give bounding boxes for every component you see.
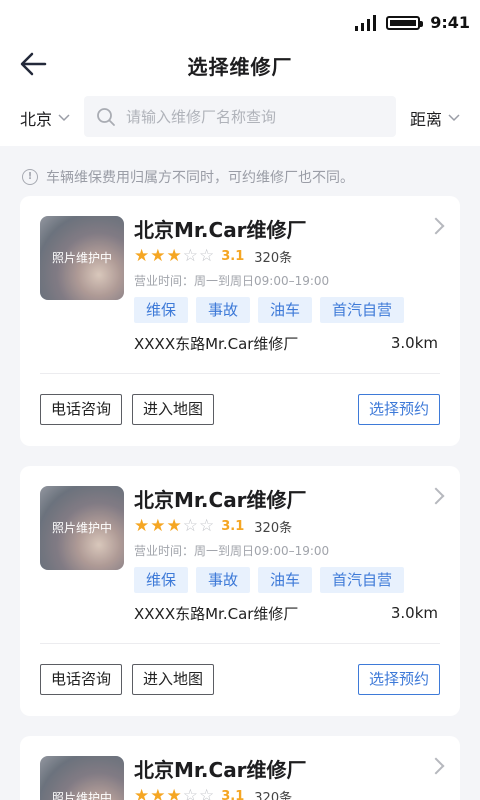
- review-count: 320条: [254, 521, 293, 536]
- shop-card[interactable]: 照片维护中 北京Mr.Car维修厂 ★ ★ ★ ☆ ☆ 3.1 320条: [20, 736, 460, 800]
- page-title: 选择维修厂: [187, 55, 293, 79]
- signal-icon: [355, 14, 377, 31]
- shop-rating: ★ ★ ★ ☆ ☆ 3.1 320条: [134, 246, 293, 267]
- chevron-down-icon: [58, 114, 70, 122]
- notice: ! 车辆维保费用归属方不同时，可约维修厂也不同。: [22, 167, 354, 187]
- star-empty-icon: ☆: [199, 516, 215, 536]
- divider: [40, 643, 440, 644]
- divider: [40, 373, 440, 374]
- star-filled-icon: ★: [166, 786, 182, 800]
- status-bar: 9:41: [0, 0, 480, 44]
- nav-bar: 选择维修厂: [0, 44, 480, 84]
- chevron-right-icon[interactable]: [427, 487, 445, 505]
- chevron-down-icon: [448, 114, 460, 122]
- search-placeholder: 请输入维修厂名称查询: [126, 108, 277, 126]
- star-empty-icon: ☆: [182, 246, 198, 266]
- star-filled-icon: ★: [134, 786, 150, 800]
- thumbnail-label: 照片维护中: [51, 521, 112, 535]
- shop-name: 北京Mr.Car维修厂: [134, 758, 307, 782]
- star-filled-icon: ★: [150, 246, 166, 266]
- call-button[interactable]: 电话咨询: [40, 394, 123, 425]
- chevron-right-icon[interactable]: [427, 217, 445, 235]
- star-empty-icon: ☆: [199, 246, 215, 266]
- shop-thumbnail: 照片维护中: [40, 216, 124, 300]
- service-tags: 维保 事故 油车 首汽自营: [134, 297, 405, 323]
- shop-name: 北京Mr.Car维修厂: [134, 488, 307, 512]
- star-empty-icon: ☆: [199, 786, 215, 800]
- shop-name: 北京Mr.Car维修厂: [134, 218, 307, 242]
- star-filled-icon: ★: [150, 786, 166, 800]
- search-input[interactable]: 请输入维修厂名称查询: [84, 96, 396, 137]
- shop-card[interactable]: 照片维护中 北京Mr.Car维修厂 ★ ★ ★ ☆ ☆ 3.1 320条 营业时…: [20, 466, 460, 716]
- sort-label: 距离: [409, 110, 442, 129]
- business-hours: 营业时间：周一到周日09:00–19:00: [134, 274, 330, 288]
- service-tags: 维保 事故 油车 首汽自营: [134, 567, 405, 593]
- tag: 油车: [258, 567, 313, 593]
- book-button[interactable]: 选择预约: [357, 394, 440, 425]
- shop-distance: 3.0km: [390, 334, 438, 352]
- tag: 维保: [134, 297, 189, 323]
- star-filled-icon: ★: [134, 246, 150, 266]
- map-button[interactable]: 进入地图: [132, 664, 215, 695]
- shop-rating: ★ ★ ★ ☆ ☆ 3.1 320条: [134, 787, 292, 800]
- battery-icon: [386, 15, 424, 30]
- review-count: 320条: [254, 791, 293, 800]
- city-label: 北京: [20, 110, 53, 129]
- info-icon: !: [22, 169, 38, 185]
- star-empty-icon: ☆: [182, 786, 198, 800]
- rating-score: 3.1: [221, 789, 245, 800]
- shop-address: XXXX东路Mr.Car维修厂: [134, 605, 299, 623]
- shop-rating: ★ ★ ★ ☆ ☆ 3.1 320条: [134, 516, 293, 537]
- shop-distance: 3.0km: [390, 604, 438, 622]
- tag: 首汽自营: [320, 567, 405, 593]
- tag: 事故: [196, 567, 251, 593]
- tag: 首汽自营: [320, 297, 405, 323]
- rating-score: 3.1: [221, 249, 245, 264]
- filter-bar: 北京 请输入维修厂名称查询 距离: [0, 84, 480, 146]
- shop-thumbnail: 照片维护中: [40, 756, 124, 800]
- shop-thumbnail: 照片维护中: [40, 486, 124, 570]
- status-time: 9:41: [430, 13, 470, 32]
- chevron-right-icon[interactable]: [427, 757, 445, 775]
- tag: 维保: [134, 567, 189, 593]
- book-button[interactable]: 选择预约: [357, 664, 440, 695]
- notice-text: 车辆维保费用归属方不同时，可约维修厂也不同。: [46, 170, 354, 186]
- sort-selector[interactable]: 距离: [410, 106, 460, 130]
- shop-address: XXXX东路Mr.Car维修厂: [134, 335, 299, 353]
- call-button[interactable]: 电话咨询: [40, 664, 123, 695]
- thumbnail-label: 照片维护中: [51, 251, 112, 265]
- star-filled-icon: ★: [166, 246, 182, 266]
- city-selector[interactable]: 北京: [20, 106, 70, 130]
- tag: 油车: [258, 297, 313, 323]
- rating-score: 3.1: [221, 519, 245, 534]
- thumbnail-label: 照片维护中: [51, 791, 112, 800]
- star-filled-icon: ★: [150, 516, 166, 536]
- status-icons: 9:41: [355, 13, 470, 32]
- tag: 事故: [196, 297, 251, 323]
- star-filled-icon: ★: [134, 516, 150, 536]
- business-hours: 营业时间：周一到周日09:00–19:00: [134, 544, 330, 558]
- map-button[interactable]: 进入地图: [132, 394, 215, 425]
- star-empty-icon: ☆: [182, 516, 198, 536]
- shop-card[interactable]: 照片维护中 北京Mr.Car维修厂 ★ ★ ★ ☆ ☆ 3.1 320条 营业时…: [20, 196, 460, 446]
- search-icon: [97, 107, 115, 126]
- star-filled-icon: ★: [166, 516, 182, 536]
- review-count: 320条: [254, 251, 293, 266]
